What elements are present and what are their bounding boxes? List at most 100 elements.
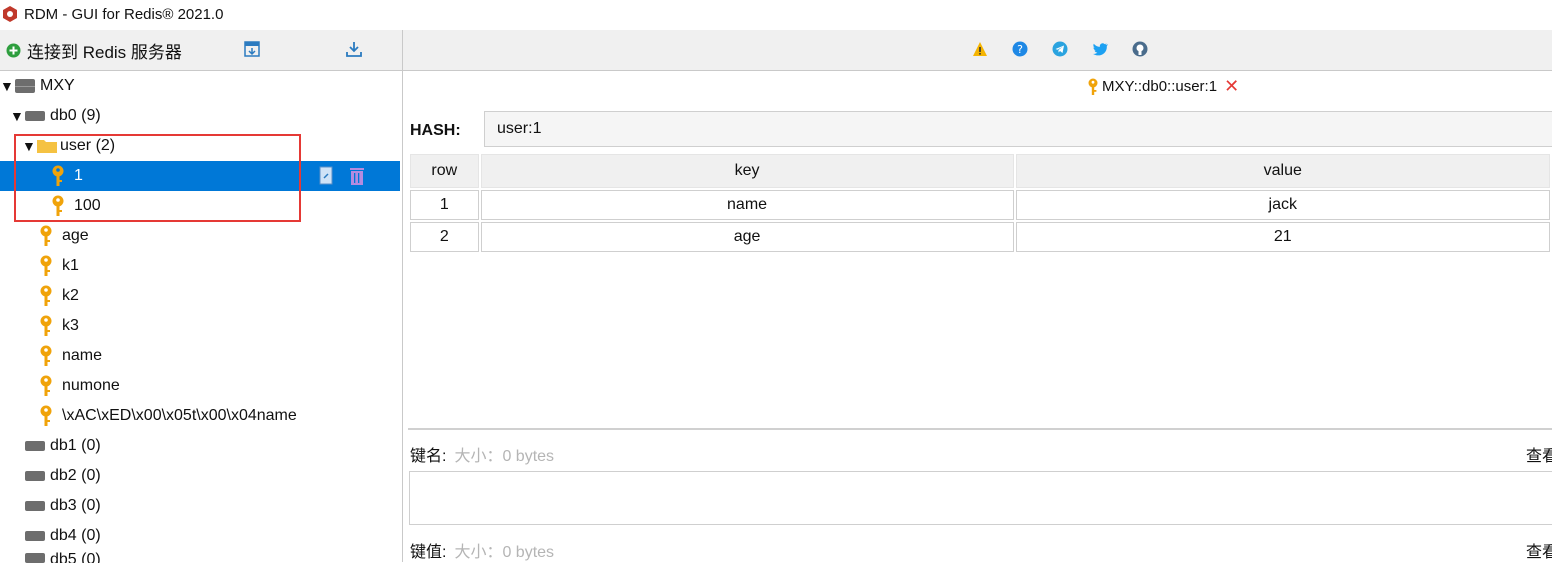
- cell-key[interactable]: name: [480, 190, 1014, 220]
- key-tab[interactable]: MXY::db0::user:1 ✕: [1087, 76, 1239, 97]
- main-panel: ? MXY::db0::user:1 ✕ HASH: user:1 row ke…: [403, 30, 1552, 562]
- database-icon: [25, 501, 45, 511]
- connect-button[interactable]: 连接到 Redis 服务器: [6, 38, 182, 62]
- key-name-row: 键名: 大小：0 bytes: [410, 442, 554, 466]
- close-tab-icon[interactable]: ✕: [1224, 76, 1239, 97]
- tree-key[interactable]: k3: [0, 311, 400, 341]
- github-icon[interactable]: [1132, 41, 1148, 57]
- expand-arrow-icon[interactable]: ▼: [22, 138, 36, 154]
- telegram-icon[interactable]: [1052, 41, 1068, 57]
- key-icon: [40, 405, 52, 426]
- column-header-value[interactable]: value: [1015, 154, 1550, 188]
- tree-key-selected[interactable]: 1: [0, 161, 400, 191]
- expand-arrow-icon[interactable]: ▼: [10, 108, 24, 124]
- key-icon: [1088, 78, 1098, 95]
- delete-icon[interactable]: [348, 166, 366, 186]
- key-name-value: user:1: [497, 120, 542, 137]
- value-editor[interactable]: [409, 471, 1552, 525]
- tree-key[interactable]: 100: [0, 191, 400, 221]
- key-icon: [40, 315, 52, 336]
- window-title: RDM - GUI for Redis® 2021.0: [24, 6, 224, 23]
- type-label: HASH:: [410, 122, 461, 139]
- rdm-app-icon: [3, 6, 17, 22]
- panel-splitter[interactable]: [408, 428, 1552, 430]
- key-value-label: 键值:: [410, 544, 447, 561]
- key-value-row: 键值: 大小：0 bytes: [410, 538, 554, 562]
- db-label: db1 (0): [50, 437, 101, 454]
- main-toolbar: ?: [403, 30, 1552, 71]
- tree-server[interactable]: ▼ MXY: [0, 71, 400, 101]
- key-label: \xAC\xED\x00\x05t\x00\x04name: [62, 407, 297, 424]
- tree-folder-user[interactable]: ▼ user (2): [0, 131, 400, 161]
- key-size: 大小：0 bytes: [454, 448, 555, 465]
- copy-icon[interactable]: [318, 166, 336, 186]
- svg-text:?: ?: [1017, 43, 1023, 56]
- key-icon: [40, 285, 52, 306]
- help-icon[interactable]: ?: [1012, 41, 1028, 57]
- add-circle-icon: [6, 43, 21, 57]
- tree-key[interactable]: k1: [0, 251, 400, 281]
- warning-icon[interactable]: [972, 41, 988, 57]
- expand-arrow-icon[interactable]: ▼: [0, 78, 14, 94]
- tree-key[interactable]: \xAC\xED\x00\x05t\x00\x04name: [0, 401, 400, 431]
- tree-key[interactable]: age: [0, 221, 400, 251]
- value-size: 大小：0 bytes: [454, 544, 555, 561]
- column-header-key[interactable]: key: [480, 154, 1014, 188]
- connect-label: 连接到 Redis 服务器: [27, 42, 182, 62]
- table-row[interactable]: 2 age 21: [410, 222, 1550, 252]
- database-icon: [25, 441, 45, 451]
- hash-table: row key value 1 name jack 2 age 21: [408, 152, 1552, 254]
- tree-key[interactable]: name: [0, 341, 400, 371]
- table-header-row: row key value: [410, 154, 1550, 188]
- database-icon: [25, 471, 45, 481]
- key-label: 1: [74, 167, 83, 184]
- download-icon[interactable]: [345, 40, 363, 58]
- database-icon: [25, 531, 45, 541]
- import-icon[interactable]: [243, 40, 261, 58]
- database-icon: [25, 553, 45, 563]
- key-icon: [40, 255, 52, 276]
- tree-db0[interactable]: ▼ db0 (9): [0, 101, 400, 131]
- key-label: name: [62, 347, 103, 364]
- db-label: db4 (0): [50, 527, 101, 544]
- database-icon: [25, 111, 45, 121]
- tree-db[interactable]: db4 (0): [0, 521, 400, 551]
- sidebar-toolbar: 连接到 Redis 服务器: [0, 30, 402, 71]
- server-icon: [15, 79, 35, 93]
- key-label: k2: [62, 287, 79, 304]
- tree-db[interactable]: db3 (0): [0, 491, 400, 521]
- db-label: db2 (0): [50, 467, 101, 484]
- twitter-icon[interactable]: [1092, 41, 1108, 57]
- server-label: MXY: [40, 77, 75, 94]
- key-name-input[interactable]: user:1: [484, 111, 1552, 147]
- tree-db[interactable]: db5 (0): [0, 551, 400, 563]
- tree-key[interactable]: numone: [0, 371, 400, 401]
- sidebar: 连接到 Redis 服务器 ▼ MXY ▼ db0 (9) ▼ user (2)…: [0, 30, 403, 563]
- key-icon: [52, 165, 64, 186]
- key-icon: [40, 225, 52, 246]
- tree-key[interactable]: k2: [0, 281, 400, 311]
- cell-row[interactable]: 2: [410, 222, 479, 252]
- key-icon: [40, 375, 52, 396]
- key-label: k3: [62, 317, 79, 334]
- tab-label: MXY::db0::user:1: [1102, 78, 1218, 95]
- tree-db[interactable]: db1 (0): [0, 431, 400, 461]
- cell-value[interactable]: jack: [1015, 190, 1550, 220]
- db-label: db5 (0): [50, 551, 101, 563]
- cell-row[interactable]: 1: [410, 190, 479, 220]
- key-label: age: [62, 227, 89, 244]
- folder-label: user (2): [60, 137, 116, 154]
- view-as-label-2[interactable]: 查看: [1526, 538, 1552, 562]
- cell-key[interactable]: age: [480, 222, 1014, 252]
- folder-icon: [37, 140, 57, 153]
- table-row[interactable]: 1 name jack: [410, 190, 1550, 220]
- db0-label: db0 (9): [50, 107, 101, 124]
- key-name-label: 键名:: [410, 448, 447, 465]
- key-icon: [52, 195, 64, 216]
- view-as-label[interactable]: 查看: [1526, 442, 1552, 466]
- tree-db[interactable]: db2 (0): [0, 461, 400, 491]
- key-label: numone: [62, 377, 120, 394]
- key-label: k1: [62, 257, 79, 274]
- column-header-row[interactable]: row: [410, 154, 479, 188]
- cell-value[interactable]: 21: [1015, 222, 1550, 252]
